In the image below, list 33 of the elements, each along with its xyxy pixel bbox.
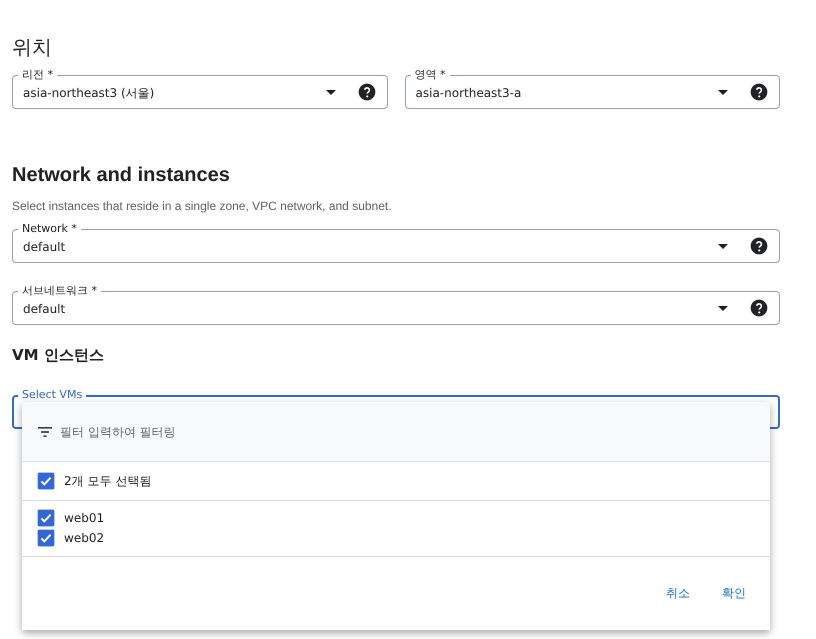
field-value: default (23, 301, 66, 316)
menu-option[interactable]: web01 (22, 508, 770, 528)
help-icon[interactable] (749, 298, 769, 318)
field-label: 서브네트워크 * (18, 284, 101, 298)
option-label: 2개 모두 선택됨 (64, 472, 152, 490)
text-button[interactable]: 확인 (710, 579, 758, 608)
filter-bar[interactable]: 필터 입력하여 필터링 (22, 402, 770, 462)
checkbox[interactable] (36, 508, 56, 528)
section-description: Select instances that reside in a single zone, VPC network, and subnet. (12, 199, 393, 215)
field-value: asia-northeast3 (서울) (23, 84, 156, 102)
option-label: web02 (64, 531, 104, 545)
field-label: 영역 * (410, 68, 450, 82)
text-button[interactable]: 취소 (654, 579, 702, 608)
option-label: web01 (64, 511, 104, 525)
dropdown-caret-icon (326, 90, 336, 94)
menu-option[interactable]: 2개 모두 선택됨 (22, 465, 770, 497)
help-icon[interactable] (749, 82, 769, 102)
dropdown-caret-icon (718, 244, 728, 248)
field-label: 리전 * (18, 68, 57, 82)
help-icon[interactable] (749, 236, 769, 256)
filter-field[interactable]: 필터 입력하여 필터링 (58, 424, 770, 440)
field-value: default (23, 239, 66, 254)
dropdown-caret-icon (718, 90, 728, 94)
help-icon[interactable] (356, 82, 376, 102)
checkbox[interactable] (36, 471, 56, 491)
menu-option[interactable]: web02 (22, 528, 770, 548)
section-title: VM 인스턴스 (12, 346, 105, 366)
dropdown-caret-icon (718, 306, 728, 310)
filter-icon (38, 426, 52, 436)
field-value: asia-northeast3-a (416, 85, 522, 100)
section-title: Network and instances (12, 164, 231, 188)
section-title: 위치 (12, 34, 53, 61)
checkbox[interactable] (36, 528, 56, 548)
